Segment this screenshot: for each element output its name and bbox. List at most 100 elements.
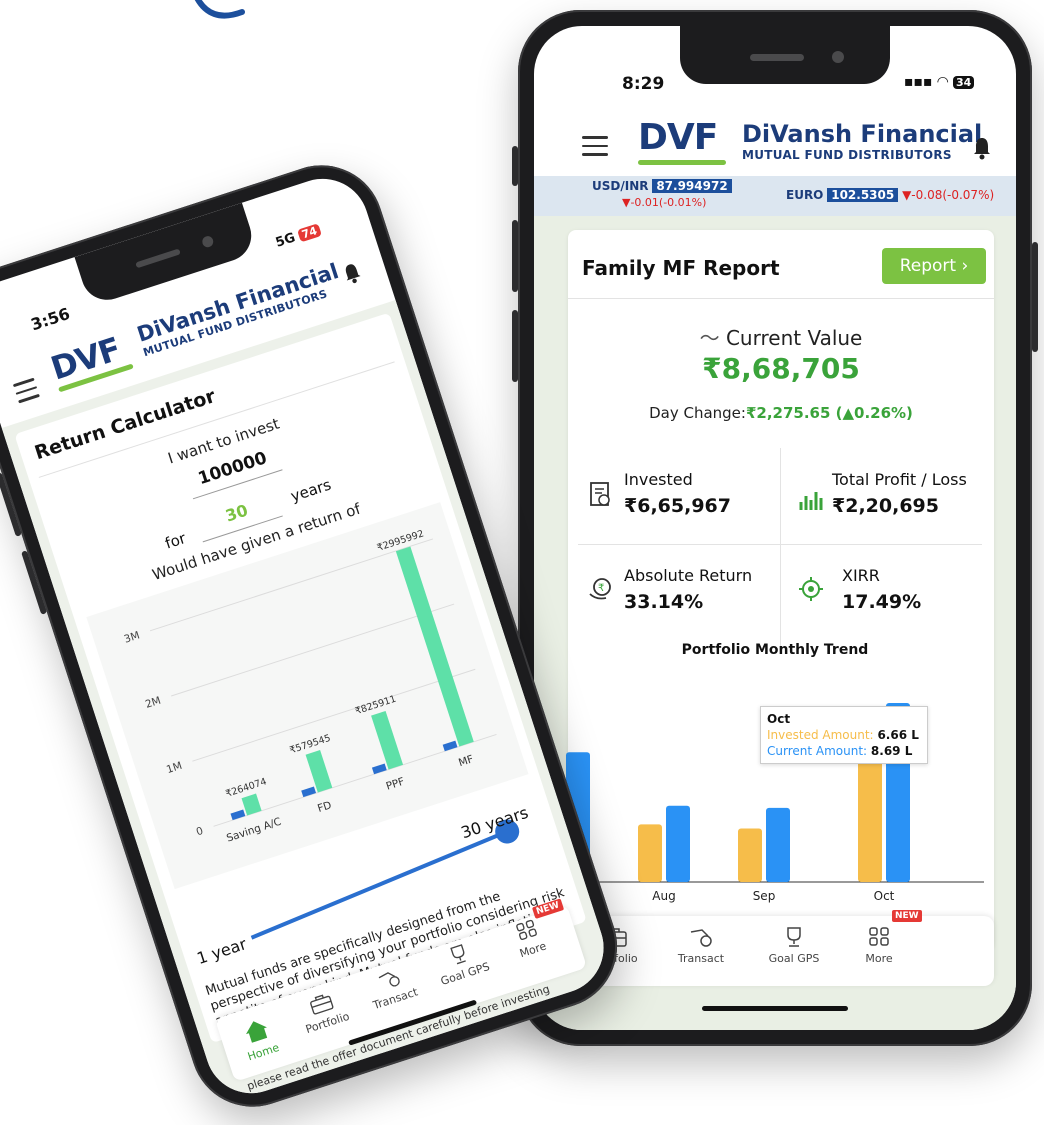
app-logo: DVF <box>638 120 726 165</box>
logo-underline <box>638 160 726 165</box>
power-button <box>1032 242 1038 352</box>
logo-mark: DVF <box>638 117 718 158</box>
app-subtitle: MUTUAL FUND DISTRIBUTORS <box>742 148 952 162</box>
for-label: for <box>162 529 189 553</box>
invested-bar-1[interactable] <box>638 824 662 882</box>
x-tick-label: PPF <box>385 776 406 793</box>
notch <box>680 26 890 84</box>
status-time: 8:29 <box>622 74 665 94</box>
nav-more[interactable]: More <box>844 926 914 965</box>
invested-bar-3[interactable] <box>858 744 882 882</box>
tooltip-current-value: 8.69 L <box>870 744 913 758</box>
home-icon <box>246 1021 268 1043</box>
portfolio-trend-chart: Aug Sep Oct <box>534 702 984 903</box>
status-icons: 5G 74 <box>273 222 322 251</box>
tooltip-month: Oct <box>767 712 791 726</box>
transact-icon <box>690 929 712 947</box>
app-header: DVF DiVansh Financial MUTUAL FUND DISTRI… <box>534 108 1016 180</box>
x-tick-label: Oct <box>874 889 895 903</box>
trophy-icon <box>787 927 801 947</box>
invested-bar-2[interactable] <box>738 828 762 882</box>
y-tick-label: 3M <box>123 629 142 645</box>
trend-title: Portfolio Monthly Trend <box>681 642 869 658</box>
current-bar-1[interactable] <box>666 805 690 882</box>
new-badge: NEW <box>892 910 922 922</box>
y-tick-label: 0 <box>195 825 205 838</box>
status-time: 3:56 <box>28 303 73 335</box>
nav-transact[interactable]: Transact <box>357 960 425 1014</box>
euro-label: EURO <box>786 188 824 202</box>
invested-icon <box>590 482 610 506</box>
x-tick-label: Aug <box>652 889 675 903</box>
briefcase-icon <box>310 994 334 1015</box>
menu-icon[interactable] <box>12 377 40 404</box>
status-icons: ▪▪▪ ◠ 34 <box>904 74 975 90</box>
logo-mark: DVF <box>46 329 125 388</box>
report-button[interactable]: Report › <box>882 248 986 284</box>
nav-home[interactable]: Home <box>226 1011 292 1067</box>
decorative-arc <box>194 0 245 19</box>
current-value: ₹8,68,705 <box>702 352 860 385</box>
trend-icon: 〜 <box>699 326 720 350</box>
current-value-label: 〜 Current Value <box>699 326 863 350</box>
grid-icon <box>869 927 889 946</box>
y-tick-label: 2M <box>144 695 163 711</box>
usd-change: ▼-0.01(-0.01%) <box>622 196 707 209</box>
target-icon <box>799 577 823 601</box>
current-bar-2[interactable] <box>766 807 790 882</box>
gridline <box>171 603 455 697</box>
grid-icon <box>516 919 537 940</box>
chart-tooltip: Oct Invested Amount: 6.66 L Current Amou… <box>760 706 928 764</box>
network-label: 5G <box>273 230 298 251</box>
volume-up-button <box>512 220 518 292</box>
bar-data-label: ₹264074 <box>224 776 268 800</box>
nav-portfolio[interactable]: Portfolio <box>290 985 358 1039</box>
day-change: Day Change:₹2,275.65 (▲0.26%) <box>649 404 913 422</box>
bar-chart-icon <box>799 492 823 510</box>
years-label: years <box>288 475 334 506</box>
bottom-navigation: Portfolio Transact Goal GPS More NEW <box>574 910 994 986</box>
bar-data-label: ₹579545 <box>288 733 332 757</box>
tooltip-invested-label: Invested Amount: <box>767 728 874 742</box>
return-bar[interactable] <box>371 710 404 770</box>
euro-value: 102.5305 <box>827 188 899 202</box>
divider <box>568 298 994 299</box>
transact-icon <box>378 972 400 987</box>
return-icon: ₹ <box>589 578 611 600</box>
signal-icon: ▪▪▪ <box>904 74 933 90</box>
gridline <box>192 668 476 762</box>
svg-text:₹: ₹ <box>598 583 604 594</box>
wifi-icon: ◠ <box>937 74 949 90</box>
currency-ticker: USD/INR 87.994972 ▼-0.01(-0.01%) EURO 10… <box>534 176 1016 216</box>
usd-value: 87.994972 <box>652 179 732 193</box>
euro-change: ▼-0.08(-0.07%) <box>902 188 995 202</box>
y-tick-label: 1M <box>165 760 184 776</box>
bell-icon[interactable] <box>972 136 992 160</box>
bell-icon[interactable] <box>340 260 364 286</box>
return-bar[interactable] <box>395 546 474 747</box>
nav-goal-gps[interactable]: Goal GPS <box>754 926 834 965</box>
x-tick-label: Sep <box>753 889 776 903</box>
app-logo: DVF <box>46 329 134 393</box>
x-tick-label: FD <box>316 799 333 815</box>
trophy-icon <box>450 944 466 965</box>
menu-icon[interactable] <box>582 136 608 156</box>
volume-down-button <box>512 310 518 382</box>
volume-down-button <box>21 550 48 615</box>
x-tick-label: MF <box>457 753 475 769</box>
years-input[interactable]: 30 <box>223 501 250 526</box>
nav-transact[interactable]: Transact <box>666 926 736 965</box>
screen: 8:29 ▪▪▪ ◠ 34 DVF DiVansh Financial MUTU… <box>534 26 1016 1030</box>
tooltip-invested-value: 6.66 L <box>877 728 919 742</box>
card-title: Family MF Report <box>582 256 780 280</box>
grid-divider <box>578 544 982 545</box>
battery-icon: 74 <box>297 223 322 243</box>
home-indicator <box>702 1006 848 1011</box>
app-title: DiVansh Financial <box>742 120 983 148</box>
tooltip-current-label: Current Amount: <box>767 744 868 758</box>
battery-icon: 34 <box>953 76 975 89</box>
bar-data-label: ₹825911 <box>354 694 398 718</box>
mute-switch <box>512 146 518 186</box>
return-bar[interactable] <box>305 749 333 793</box>
usd-label: USD/INR <box>592 179 649 193</box>
